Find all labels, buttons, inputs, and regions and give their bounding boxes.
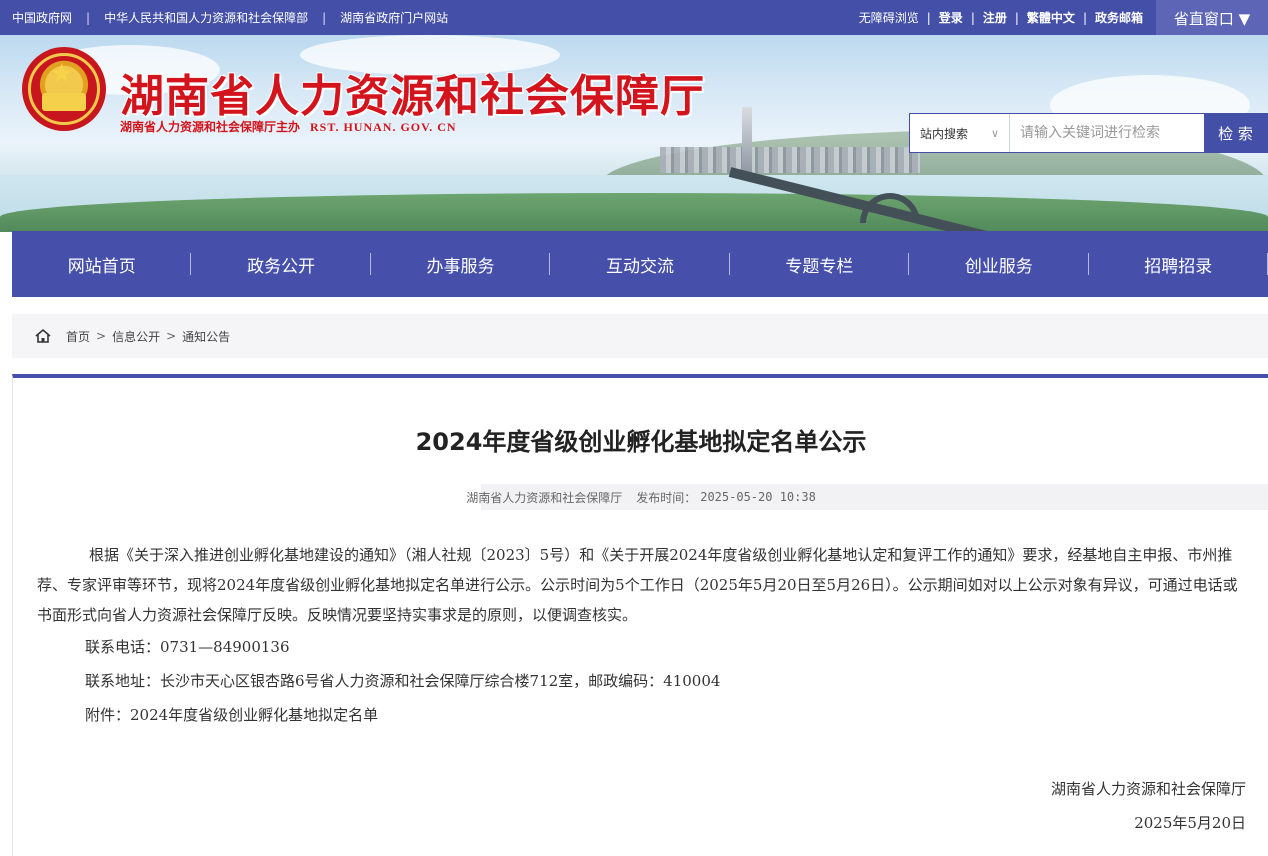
search-bar: 站内搜索 ∨ 检 索 [909, 113, 1268, 153]
accessibility-link[interactable]: 无障碍浏览 [859, 9, 919, 26]
top-utility-bar: 中国政府网 | 中华人民共和国人力资源和社会保障部 | 湖南省政府门户网站 无障… [0, 0, 1268, 37]
divider: | [970, 10, 975, 25]
article-paragraph: 根据《关于深入推进创业孵化基地建设的通知》（湘人社规〔2023〕5号）和《关于开… [37, 546, 1238, 624]
signature-date: 2025年5月20日 [1134, 814, 1246, 832]
article-meta: 湖南省人力资源和社会保障厅 发布时间： 2025-05-20 10:38 [13, 484, 1268, 510]
login-link[interactable]: 登录 [939, 9, 963, 26]
link-mohrss[interactable]: 中华人民共和国人力资源和社会保障部 [104, 9, 308, 26]
breadcrumb: 首页 > 信息公开 > 通知公告 [12, 314, 1268, 358]
publish-time: 2025-05-20 10:38 [700, 490, 816, 504]
traditional-chinese-link[interactable]: 繁體中文 [1027, 9, 1075, 26]
breadcrumb-separator: > [96, 329, 107, 343]
search-button[interactable]: 检 索 [1204, 114, 1267, 152]
breadcrumb-notices[interactable]: 通知公告 [182, 328, 230, 345]
article-panel: 2024年度省级创业孵化基地拟定名单公示 湖南省人力资源和社会保障厅 发布时间：… [12, 374, 1268, 856]
divider: | [926, 10, 931, 25]
divider: | [86, 10, 91, 25]
link-hunan-gov[interactable]: 湖南省政府门户网站 [340, 9, 448, 26]
national-emblem-icon: ★ [22, 47, 106, 131]
register-link[interactable]: 注册 [983, 9, 1007, 26]
gov-email-link[interactable]: 政务邮箱 [1095, 9, 1143, 26]
site-subtitle: 湖南省人力资源和社会保障厅主办 RST. HUNAN. GOV. CN [120, 118, 457, 135]
breadcrumb-info-public[interactable]: 信息公开 [112, 328, 160, 345]
article-title: 2024年度省级创业孵化基地拟定名单公示 [415, 428, 867, 456]
signature-org: 湖南省人力资源和社会保障厅 [1050, 780, 1246, 798]
breadcrumb-home[interactable]: 首页 [66, 328, 90, 345]
divider: | [1014, 10, 1019, 25]
emblem-star: ★ [50, 59, 74, 89]
provincial-window-dropdown[interactable]: 省直窗口 ▼ [1156, 0, 1268, 37]
external-links: 中国政府网 | 中华人民共和国人力资源和社会保障部 | 湖南省政府门户网站 [12, 0, 448, 35]
contact-phone: 联系电话：0731—84900136 [85, 638, 290, 656]
divider: | [1082, 10, 1087, 25]
article-publisher: 湖南省人力资源和社会保障厅 [466, 490, 623, 505]
nav-recruitment[interactable]: 招聘招录 [1089, 231, 1268, 297]
nav-special-topics[interactable]: 专题专栏 [730, 231, 910, 297]
main-nav: 网站首页 政务公开 办事服务 互动交流 专题专栏 创业服务 招聘招录 [12, 231, 1268, 297]
nav-interaction[interactable]: 互动交流 [550, 231, 731, 297]
nav-gov-affairs[interactable]: 政务公开 [191, 231, 372, 297]
home-icon[interactable] [34, 328, 52, 344]
host-line: 湖南省人力资源和社会保障厅主办 [120, 120, 301, 134]
site-title[interactable]: 湖南省人力资源和社会保障厅 [120, 60, 705, 124]
user-links: 无障碍浏览 | 登录 | 注册 | 繁體中文 | 政务邮箱 [859, 0, 1143, 35]
nav-home[interactable]: 网站首页 [12, 231, 192, 297]
emblem-gate [42, 93, 86, 111]
link-gov-cn[interactable]: 中国政府网 [12, 9, 72, 26]
nav-services[interactable]: 办事服务 [371, 231, 551, 297]
nav-entrepreneurship[interactable]: 创业服务 [909, 231, 1089, 297]
breadcrumb-separator: > [166, 329, 177, 343]
banner-tower [742, 107, 752, 173]
attachment-link[interactable]: 附件：2024年度省级创业孵化基地拟定名单 [37, 698, 1245, 732]
banner-city-skyline [660, 147, 920, 173]
article-signature: 湖南省人力资源和社会保障厅 2025年5月20日 [1051, 772, 1246, 840]
article-body: 根据《关于深入推进创业孵化基地建设的通知》（湘人社规〔2023〕5号）和《关于开… [37, 540, 1245, 732]
publish-time-label: 发布时间： [636, 490, 697, 505]
site-domain: RST. HUNAN. GOV. CN [310, 120, 457, 134]
search-scope-select[interactable]: 站内搜索 ∨ [910, 114, 1010, 152]
search-scope-label: 站内搜索 [920, 126, 969, 141]
contact-address: 联系地址：长沙市天心区银杏路6号省人力资源和社会保障厅综合楼712室，邮政编码：… [85, 672, 721, 690]
chevron-down-icon: ∨ [990, 126, 999, 140]
divider: | [322, 10, 327, 25]
search-input[interactable] [1010, 114, 1204, 152]
